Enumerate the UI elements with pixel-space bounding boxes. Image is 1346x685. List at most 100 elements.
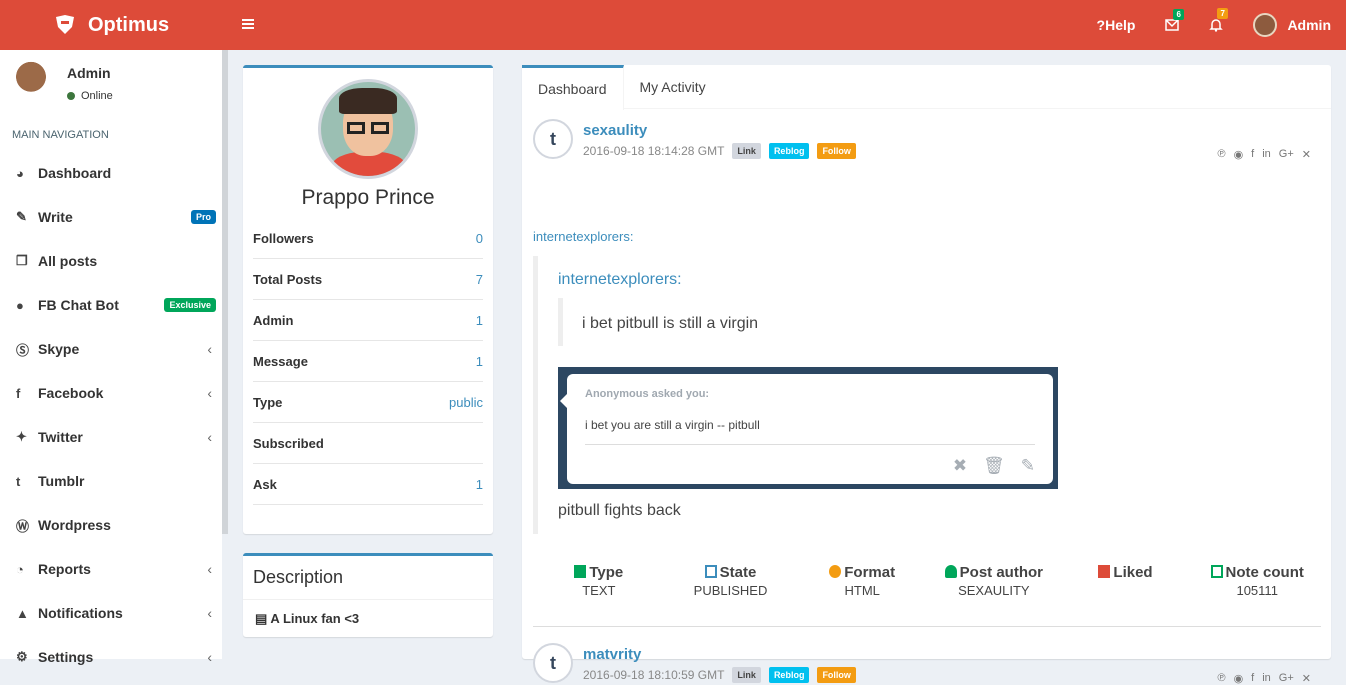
pinterest-icon[interactable]: ℗ (1217, 672, 1225, 685)
stat-value[interactable]: 1 (476, 313, 483, 328)
notifications-button[interactable]: 7 (1209, 8, 1228, 32)
bell-icon (1209, 19, 1224, 32)
sidebar-item-twitter[interactable]: ✦ Twitter ‹ (0, 415, 222, 459)
profile-stats-list: Followers 0 Total Posts 7 Admin 1 Message 1 … (253, 218, 483, 505)
thumbs-up-icon (1098, 565, 1111, 578)
quote-author-link[interactable]: internetexplorers: (558, 271, 682, 289)
stat-heading: State (719, 564, 757, 581)
reblog-button[interactable]: Reblog (768, 143, 810, 159)
sidebar-item-reports[interactable]: ◔ Reports ‹ (0, 547, 222, 591)
brand-name: Optimus (88, 13, 170, 36)
quote-text: i bet pitbull is still a virgin (582, 315, 759, 332)
stat-heading: Note count (1225, 564, 1304, 581)
file-icon (574, 565, 587, 578)
sidebar-item-label: Tumblr (38, 473, 85, 489)
link-button[interactable]: Link (732, 143, 761, 159)
stat-label: Total Posts (253, 271, 323, 287)
sidebar-item-skype[interactable]: Ⓢ Skype ‹ (0, 327, 222, 371)
sidebar-item-settings[interactable]: ⚙ Settings ‹ (0, 635, 222, 679)
tumblr-icon: t (533, 119, 573, 159)
sidebar-item-label: Dashboard (38, 165, 112, 181)
stat-value[interactable]: public (449, 395, 483, 410)
link-button[interactable]: Link (732, 667, 761, 683)
list-item: Admin 1 (253, 300, 483, 341)
sidebar-item-facebook[interactable]: f Facebook ‹ (0, 371, 222, 415)
ask-text: i bet you are still a virgin -- pitbull (585, 418, 760, 432)
tab-dashboard[interactable]: Dashboard (522, 65, 624, 110)
reddit-icon[interactable]: ◉ (1234, 672, 1244, 685)
post-author-link[interactable]: matvrity (583, 646, 641, 663)
description-text: ▤ A Linux fan <3 (243, 600, 493, 638)
nav-header: MAIN NAVIGATION (12, 129, 109, 141)
sidebar-scrollbar[interactable] (222, 50, 228, 534)
follow-button[interactable]: Follow (817, 667, 856, 683)
sidebar-item-notifications[interactable]: ▲ Notifications ‹ (0, 591, 222, 635)
description-card: Description ▤ A Linux fan <3 (243, 553, 493, 637)
stat-post-author: Post author SEXAULITY (928, 564, 1060, 598)
stat-value: PUBLISHED (693, 583, 768, 598)
sidebar-item-label: FB Chat Bot (38, 297, 119, 313)
notifications-badge: 7 (1217, 8, 1228, 19)
stat-label: Ask (253, 476, 277, 492)
avatar (10, 60, 52, 102)
stat-value: HTML (844, 583, 880, 598)
stat-value[interactable]: 1 (476, 354, 483, 369)
edit-icon: ✎ (16, 209, 27, 224)
linkedin-icon[interactable]: in (1262, 672, 1271, 685)
profile-card: Prappo Prince Followers 0 Total Posts 7 Ad… (243, 65, 493, 534)
messages-button[interactable]: 6 (1165, 9, 1184, 31)
sidebar-item-all-posts[interactable]: ❐ All posts (0, 239, 222, 283)
top-bar: Optimus ? Help 6 7 Admin (0, 0, 1346, 50)
brand[interactable]: Optimus (0, 0, 230, 50)
close-icon[interactable]: ✕ (1302, 148, 1311, 161)
sidebar-item-dashboard[interactable]: ◕ Dashboard (0, 151, 222, 195)
menu-toggle-icon[interactable] (242, 17, 254, 33)
google-plus-icon[interactable]: G+ (1279, 148, 1294, 161)
close-icon[interactable]: ✕ (1302, 672, 1311, 685)
help-link[interactable]: ? Help (1097, 17, 1136, 33)
sidebar-item-label: Write (38, 209, 73, 225)
facebook-icon[interactable]: f (1251, 672, 1254, 685)
reblog-button[interactable]: Reblog (768, 667, 810, 683)
divider (533, 626, 1321, 627)
description-value: A Linux fan <3 (270, 611, 360, 626)
stat-value[interactable]: 1 (476, 477, 483, 492)
user-icon (944, 565, 957, 578)
facebook-icon[interactable]: f (1251, 148, 1254, 161)
source-link[interactable]: internetexplorers: (533, 229, 633, 244)
sidebar-item-label: Notifications (38, 605, 123, 621)
stat-value[interactable]: 7 (476, 272, 483, 287)
user-menu[interactable]: Admin (1253, 13, 1331, 37)
stat-value[interactable]: 0 (476, 231, 483, 246)
ask-title: Anonymous asked you: (585, 388, 710, 400)
chevron-left-icon: ‹ (207, 385, 212, 401)
sidebar-item-tumblr[interactable]: t Tumblr (0, 459, 222, 503)
sidebar-item-label: Wordpress (38, 517, 111, 533)
follow-button[interactable]: Follow (817, 143, 856, 159)
share-icons: ℗ ◉ f in G+ ✕ (1217, 672, 1311, 685)
skype-icon: Ⓢ (16, 342, 30, 358)
stat-type: Type TEXT (533, 564, 665, 598)
post-author-link[interactable]: sexaulity (583, 122, 647, 139)
sidebar-item-wordpress[interactable]: Ⓦ Wordpress (0, 503, 222, 547)
gear-icon: ⚙ (16, 649, 28, 664)
tab-my-activity[interactable]: My Activity (624, 65, 722, 108)
google-plus-icon[interactable]: G+ (1279, 672, 1294, 685)
quote-bar (533, 256, 538, 534)
stat-heading: Format (844, 564, 896, 581)
stat-note-count: Note count 105111 (1191, 564, 1323, 598)
description-title: Description (243, 556, 493, 600)
linkedin-icon[interactable]: in (1262, 148, 1271, 161)
sidebar-item-fb-chat-bot[interactable]: ● FB Chat Bot Exclusive (0, 283, 222, 327)
sidebar-user-panel: Admin Online (0, 50, 222, 126)
stat-value: TEXT (582, 583, 616, 598)
pinterest-icon[interactable]: ℗ (1217, 148, 1225, 161)
avatar (1253, 13, 1278, 37)
activity-panel: Dashboard My Activity t sexaulity 2016-0… (522, 65, 1331, 685)
cubes-icon (829, 565, 842, 578)
stat-heading: Liked (1113, 564, 1153, 581)
sidebar-item-write[interactable]: ✎ Write Pro (0, 195, 222, 239)
tumblr-icon: t (533, 643, 573, 683)
reddit-icon[interactable]: ◉ (1234, 148, 1244, 161)
facebook-icon: f (16, 385, 21, 401)
